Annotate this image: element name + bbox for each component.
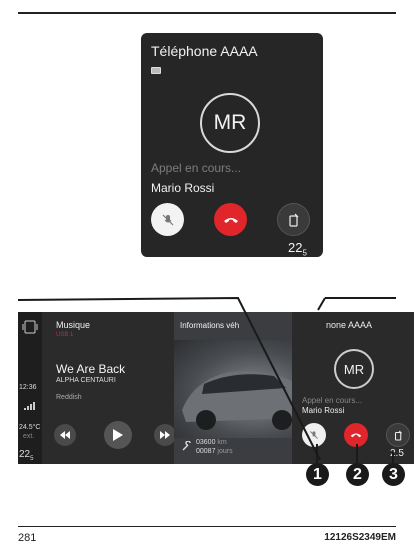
callout-3: 3: [382, 463, 405, 486]
callout-1: 1: [306, 463, 329, 486]
callout-2: 2: [346, 463, 369, 486]
bottom-rule: [18, 526, 396, 527]
page-number: 281: [18, 532, 37, 544]
figure-reference: 12126S2349EM: [324, 532, 396, 543]
